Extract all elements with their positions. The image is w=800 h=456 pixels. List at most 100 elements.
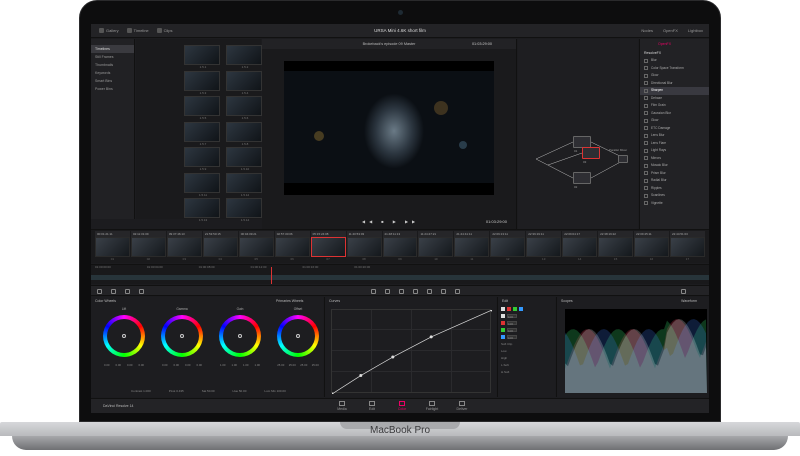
- video-frame[interactable]: [284, 61, 494, 195]
- sidebar-item[interactable]: Smart Bins: [91, 77, 134, 85]
- sidebar-item[interactable]: Power Bins: [91, 85, 134, 93]
- soft-clip-row[interactable]: L.Soft: [498, 361, 555, 368]
- color-wheels-icon[interactable]: [125, 289, 130, 294]
- clip-thumbnail[interactable]: 21:44:41:11 11: [454, 231, 490, 263]
- openfx-item[interactable]: Mosaic Blur: [640, 162, 709, 170]
- wheels-mode-select[interactable]: Primaries Wheels: [276, 297, 303, 305]
- clip-thumbnail[interactable]: 02:11:31:09 02: [130, 231, 166, 263]
- wheel-footer-param[interactable]: Hue 50.00: [233, 389, 247, 393]
- clip-thumbnail[interactable]: 02:57:30:06 06: [274, 231, 310, 263]
- clip-thumbnail[interactable]: 05:15:24:08 07: [310, 231, 346, 263]
- tracker-icon[interactable]: [413, 289, 418, 294]
- openfx-item[interactable]: Radial Blur: [640, 177, 709, 185]
- openfx-item[interactable]: Glow: [640, 117, 709, 125]
- openfx-item[interactable]: Prism Blur: [640, 170, 709, 178]
- page-tab-media[interactable]: Media: [329, 401, 355, 411]
- wheel-puck[interactable]: [122, 334, 126, 338]
- scope-mode-select[interactable]: Waveform: [681, 297, 697, 305]
- lightbox-button[interactable]: Lightbox: [688, 28, 703, 33]
- still-thumbnail[interactable]: 1.5.10: [226, 147, 262, 171]
- wheel-footer-param[interactable]: Contrast 1.000: [131, 389, 151, 393]
- clip-thumbnail[interactable]: 22:44:51:03 17: [670, 231, 705, 263]
- node-03[interactable]: 03: [582, 147, 600, 164]
- wheel-footer-param[interactable]: Sat 50.00: [202, 389, 215, 393]
- still-thumbnail[interactable]: 1.5.12: [226, 172, 262, 197]
- openfx-item[interactable]: Directional Blur: [640, 80, 709, 88]
- openfx-item[interactable]: ETC Damage: [640, 125, 709, 133]
- openfx-item[interactable]: Ripples: [640, 185, 709, 193]
- openfx-item[interactable]: Lens Flare: [640, 140, 709, 148]
- clip-thumbnail[interactable]: 22:38:19:22 15: [598, 231, 634, 263]
- clip-thumbnail[interactable]: 09:37:46:13 03: [166, 231, 202, 263]
- page-tab-deliver[interactable]: Deliver: [449, 401, 475, 411]
- openfx-item[interactable]: Color Space Transform: [640, 65, 709, 73]
- color-wheel-gain[interactable]: Gain 1.00 1.00 1.00 1.00: [217, 307, 263, 367]
- openfx-item[interactable]: Blur: [640, 57, 709, 65]
- camera-raw-icon[interactable]: [97, 289, 102, 294]
- openfx-item[interactable]: Sharpen: [640, 87, 709, 95]
- openfx-button[interactable]: OpenFX: [663, 28, 678, 33]
- openfx-item[interactable]: Film Grain: [640, 102, 709, 110]
- sidebar-item[interactable]: Still Frames: [91, 53, 134, 61]
- curve-point[interactable]: [429, 335, 433, 339]
- wheel-puck[interactable]: [180, 334, 184, 338]
- wheel-puck[interactable]: [296, 334, 300, 338]
- wheel-control[interactable]: [161, 315, 203, 357]
- sidebar-item[interactable]: Keywords: [91, 69, 134, 77]
- scopes-icon[interactable]: [681, 289, 686, 294]
- still-thumbnail[interactable]: 1.5.1: [184, 45, 220, 69]
- openfx-item[interactable]: Light Rays: [640, 147, 709, 155]
- soft-clip-row[interactable]: H.Soft: [498, 368, 555, 375]
- page-tab-edit[interactable]: Edit: [359, 401, 385, 411]
- clip-thumbnail[interactable]: 11:40:53:03 08: [346, 231, 382, 263]
- color-wheel-lift[interactable]: Lift 0.00 0.00 0.00 0.00: [101, 307, 147, 367]
- still-thumbnail[interactable]: 1.5.8: [226, 121, 262, 146]
- play-controls[interactable]: ◀◀ ■ ▶ ▶▶: [362, 219, 419, 224]
- color-wheel-offset[interactable]: Offset 25.00 25.00 25.00 25.00: [275, 307, 321, 367]
- still-thumbnail[interactable]: 1.5.6: [226, 96, 262, 120]
- rgb-mixer-icon[interactable]: [139, 289, 144, 294]
- clip-thumbnail[interactable]: 22:09:45:11 16: [634, 231, 669, 263]
- still-thumbnail[interactable]: 1.5.7: [184, 121, 220, 146]
- window-icon[interactable]: [399, 289, 404, 294]
- still-thumbnail[interactable]: 1.5.14: [226, 198, 262, 222]
- clip-thumbnail[interactable]: 22:39:19:11 13: [526, 231, 562, 263]
- still-thumbnail[interactable]: 1.5.13: [184, 198, 220, 222]
- playhead[interactable]: [271, 267, 272, 284]
- page-tab-color[interactable]: Color: [389, 401, 415, 411]
- qualifier-icon[interactable]: [385, 289, 390, 294]
- still-thumbnail[interactable]: 1.5.5: [184, 96, 220, 120]
- edit-row[interactable]: 100: [498, 326, 555, 333]
- timeline-button[interactable]: Timeline: [126, 28, 149, 33]
- clip-thumbnail[interactable]: 00:01:21:11 01: [95, 231, 130, 263]
- openfx-item[interactable]: Gaussian Blur: [640, 110, 709, 118]
- edit-row[interactable]: 100: [498, 333, 555, 340]
- still-thumbnail[interactable]: 1.5.11: [184, 172, 220, 197]
- wheel-puck[interactable]: [238, 334, 242, 338]
- openfx-item[interactable]: Lens Blur: [640, 132, 709, 140]
- curves-plot[interactable]: [330, 308, 494, 396]
- sidebar-item[interactable]: Timelines: [91, 45, 134, 53]
- clip-thumbnail[interactable]: 21:53:50:15 04: [202, 231, 238, 263]
- soft-clip-row[interactable]: High: [498, 354, 555, 361]
- key-icon[interactable]: [441, 289, 446, 294]
- sidebar-item[interactable]: Thumbnails: [91, 61, 134, 69]
- curve-point[interactable]: [330, 392, 334, 396]
- curve-point[interactable]: [490, 308, 494, 312]
- gallery-button[interactable]: Gallery: [99, 28, 119, 33]
- mini-timeline[interactable]: 01:00:00:00 01:00:04:00 01:00:08:00 01:00:1…: [91, 264, 709, 284]
- clip-thumbnail[interactable]: 00:04:09:21 05: [238, 231, 274, 263]
- soft-clip-row[interactable]: Low: [498, 347, 555, 354]
- wheel-footer-param[interactable]: Lum Mix 100.00: [264, 389, 285, 393]
- clip-thumbnail[interactable]: 21:48:11:13 09: [382, 231, 418, 263]
- wheel-control[interactable]: [277, 315, 319, 357]
- still-thumbnail[interactable]: 1.5.9: [184, 147, 220, 171]
- curve-point[interactable]: [359, 374, 363, 378]
- curves-icon[interactable]: [371, 289, 376, 294]
- wheel-control[interactable]: [219, 315, 261, 357]
- openfx-item[interactable]: Glow: [640, 72, 709, 80]
- page-tab-fairlight[interactable]: Fairlight: [419, 401, 445, 411]
- wheel-control[interactable]: [103, 315, 145, 357]
- openfx-tab[interactable]: OpenFX: [640, 39, 709, 49]
- node-02[interactable]: 02: [573, 172, 591, 189]
